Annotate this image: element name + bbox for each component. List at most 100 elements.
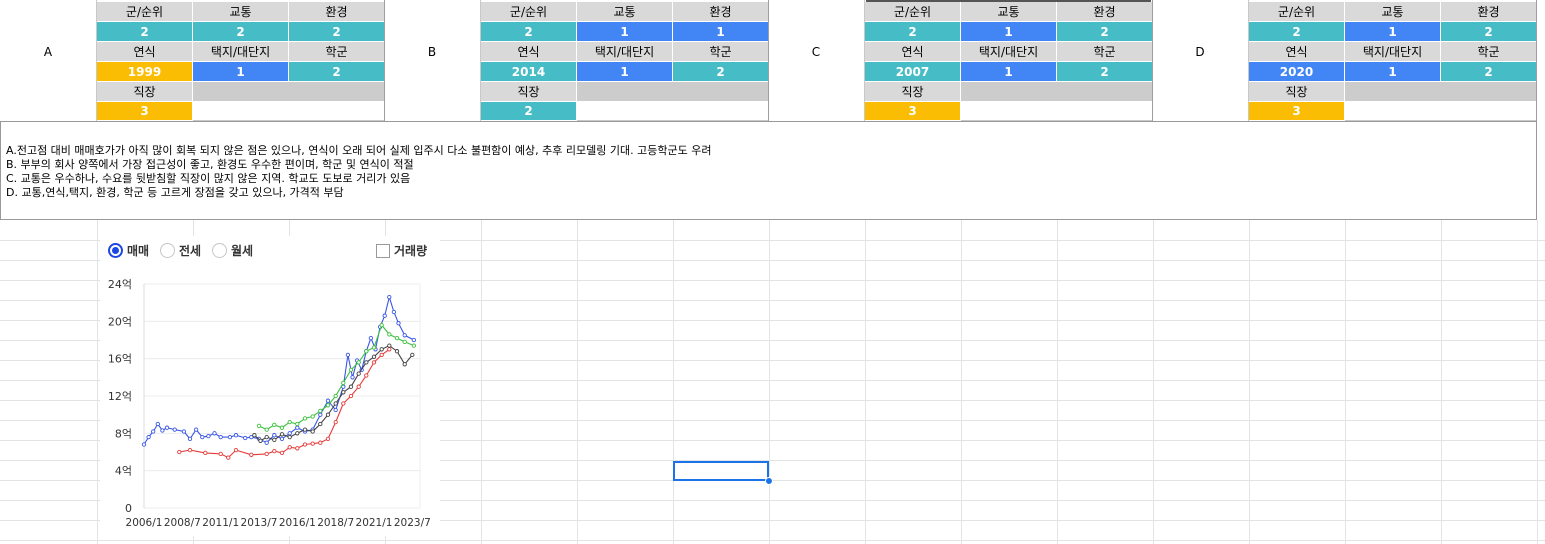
score-cell[interactable]: 1999 bbox=[97, 62, 193, 82]
empty-cell[interactable] bbox=[1345, 102, 1537, 121]
property-letter[interactable]: D bbox=[1152, 0, 1249, 103]
score-cell[interactable]: 2 bbox=[1441, 62, 1537, 82]
score-cell[interactable]: 1 bbox=[1345, 62, 1441, 82]
score-cell[interactable]: 2 bbox=[97, 22, 193, 42]
header-cell[interactable]: 연식 bbox=[97, 42, 193, 62]
data-point bbox=[387, 294, 392, 300]
data-point bbox=[387, 332, 392, 337]
score-cell[interactable]: 1 bbox=[961, 22, 1057, 42]
data-point bbox=[264, 427, 269, 432]
header-cell[interactable]: 환경 bbox=[1057, 2, 1153, 22]
header-cell[interactable]: 교통 bbox=[961, 2, 1057, 22]
empty-cell[interactable] bbox=[768, 103, 865, 121]
header-cell[interactable]: 교통 bbox=[193, 2, 289, 22]
data-point bbox=[310, 441, 315, 446]
data-point bbox=[226, 455, 231, 460]
empty-cell[interactable] bbox=[961, 102, 1153, 121]
data-point bbox=[177, 449, 182, 455]
x-tick-label: 2011/1 bbox=[202, 517, 239, 529]
header-cell[interactable]: 군/순위 bbox=[1249, 2, 1345, 22]
score-cell[interactable]: 2 bbox=[193, 22, 289, 42]
data-point bbox=[394, 335, 400, 341]
header-cell[interactable]: 연식 bbox=[481, 42, 577, 62]
grid-column-line bbox=[865, 220, 866, 544]
score-cell[interactable]: 3 bbox=[97, 102, 193, 121]
empty-gray-cell[interactable] bbox=[577, 82, 769, 102]
header-cell[interactable]: 학군 bbox=[1441, 42, 1537, 62]
data-point bbox=[310, 414, 315, 419]
property-letter[interactable]: A bbox=[0, 0, 97, 103]
header-cell[interactable]: 환경 bbox=[289, 2, 385, 22]
series-line bbox=[258, 323, 415, 431]
data-point bbox=[302, 427, 308, 432]
score-cell[interactable]: 1 bbox=[193, 62, 289, 82]
score-cell[interactable]: 2 bbox=[1249, 22, 1345, 42]
score-cell[interactable]: 2 bbox=[481, 22, 577, 42]
header-cell[interactable]: 학군 bbox=[1057, 42, 1153, 62]
score-cell[interactable]: 1 bbox=[577, 22, 673, 42]
empty-gray-cell[interactable] bbox=[193, 82, 385, 102]
empty-cell[interactable] bbox=[384, 103, 481, 121]
header-cell[interactable]: 연식 bbox=[865, 42, 961, 62]
data-point bbox=[348, 384, 354, 389]
header-cell[interactable]: 군/순위 bbox=[97, 2, 193, 22]
header-cell[interactable]: 택지/대단지 bbox=[1345, 42, 1441, 62]
notes-box[interactable]: A.전고점 대비 매매호가가 아직 많이 회복 되지 않은 점은 있으나, 연식… bbox=[0, 121, 1537, 220]
score-cell[interactable]: 2007 bbox=[865, 62, 961, 82]
header-cell[interactable]: 직장 bbox=[1249, 82, 1345, 102]
empty-cell[interactable] bbox=[193, 102, 385, 121]
score-cell[interactable]: 2014 bbox=[481, 62, 577, 82]
score-cell[interactable]: 3 bbox=[865, 102, 961, 121]
header-cell[interactable]: 군/순위 bbox=[865, 2, 961, 22]
header-cell[interactable]: 교통 bbox=[577, 2, 673, 22]
header-cell[interactable]: 택지/대단지 bbox=[577, 42, 673, 62]
fill-handle[interactable] bbox=[765, 477, 773, 485]
score-cell[interactable]: 1 bbox=[577, 62, 673, 82]
data-point bbox=[272, 437, 277, 443]
header-cell[interactable]: 환경 bbox=[673, 2, 769, 22]
score-cell[interactable]: 3 bbox=[1249, 102, 1345, 121]
data-point bbox=[345, 352, 351, 358]
data-point bbox=[272, 422, 277, 428]
property-block-b: B 군/순위 2 연식 2014 교통 1 택지/대단지 1 환경 1 학군 2 직장 2 bbox=[384, 0, 769, 121]
score-cell[interactable]: 2 bbox=[673, 62, 769, 82]
score-cell[interactable]: 1 bbox=[673, 22, 769, 42]
score-cell[interactable]: 2 bbox=[865, 22, 961, 42]
empty-gray-cell[interactable] bbox=[1345, 82, 1537, 102]
empty-gray-cell[interactable] bbox=[961, 82, 1153, 102]
header-cell[interactable]: 연식 bbox=[1249, 42, 1345, 62]
data-point bbox=[187, 436, 193, 442]
header-cell[interactable]: 교통 bbox=[1345, 2, 1441, 22]
selected-cell[interactable] bbox=[673, 461, 769, 481]
data-point bbox=[218, 434, 223, 440]
data-point bbox=[333, 401, 338, 406]
grid-row-line bbox=[0, 540, 1545, 541]
header-cell[interactable]: 직장 bbox=[97, 82, 193, 102]
score-cell[interactable]: 2 bbox=[1057, 22, 1153, 42]
header-cell[interactable]: 환경 bbox=[1441, 2, 1537, 22]
data-point bbox=[249, 452, 254, 457]
header-cell[interactable]: 택지/대단지 bbox=[961, 42, 1057, 62]
note-line-d: D. 교통,연식,택지, 환경, 학군 등 고르게 장점을 갖고 있으나, 가격… bbox=[6, 186, 344, 199]
score-cell[interactable]: 2020 bbox=[1249, 62, 1345, 82]
header-cell[interactable]: 직장 bbox=[865, 82, 961, 102]
empty-cell[interactable] bbox=[0, 103, 97, 121]
header-cell[interactable]: 군/순위 bbox=[481, 2, 577, 22]
score-cell[interactable]: 1 bbox=[1345, 22, 1441, 42]
empty-cell[interactable] bbox=[1152, 103, 1249, 121]
grid-column-line bbox=[97, 220, 98, 544]
score-cell[interactable]: 2 bbox=[289, 22, 385, 42]
score-cell[interactable]: 2 bbox=[1057, 62, 1153, 82]
header-cell[interactable]: 직장 bbox=[481, 82, 577, 102]
empty-cell[interactable] bbox=[577, 102, 769, 121]
header-cell[interactable]: 학군 bbox=[673, 42, 769, 62]
data-point bbox=[379, 347, 384, 352]
property-letter[interactable]: B bbox=[384, 0, 481, 103]
property-letter[interactable]: C bbox=[768, 0, 865, 103]
header-cell[interactable]: 학군 bbox=[289, 42, 385, 62]
score-cell[interactable]: 2 bbox=[1441, 22, 1537, 42]
score-cell[interactable]: 1 bbox=[961, 62, 1057, 82]
header-cell[interactable]: 택지/대단지 bbox=[193, 42, 289, 62]
score-cell[interactable]: 2 bbox=[481, 102, 577, 121]
score-cell[interactable]: 2 bbox=[289, 62, 385, 82]
